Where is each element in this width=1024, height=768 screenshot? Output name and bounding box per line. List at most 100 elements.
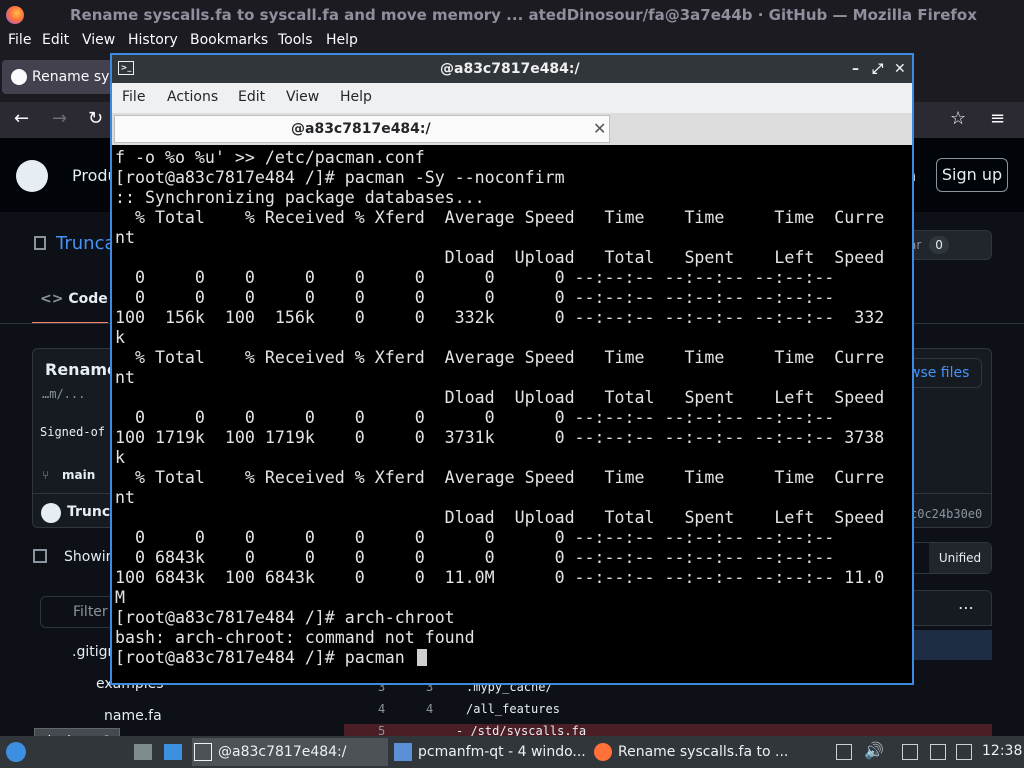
terminal-cursor: [416, 649, 427, 666]
clipboard-icon[interactable]: [902, 744, 918, 760]
firefox-titlebar: Rename syscalls.fa to syscall.fa and mov…: [0, 0, 1024, 30]
commit-sha[interactable]: c0c24b30e0: [910, 507, 982, 521]
show-desktop-icon[interactable]: [164, 744, 182, 760]
menu-help[interactable]: Help: [326, 32, 358, 48]
reload-icon[interactable]: ↻: [88, 108, 103, 129]
hamburger-menu-icon[interactable]: ≡: [990, 108, 1005, 129]
terminal-line: k: [115, 448, 125, 467]
terminal-line: 0 0 0 0 0 0 0 0 --:--:-- --:--:-- --:--:…: [115, 528, 835, 547]
terminal-line: 100 156k 100 156k 0 0 332k 0 --:--:-- --…: [115, 308, 885, 327]
terminal-line: bash: arch-chroot: command not found: [115, 628, 475, 647]
firefox-icon: [594, 743, 612, 761]
terminal-titlebar[interactable]: >_ @a83c7817e484:/ – ⤢ ✕: [112, 55, 912, 83]
code-icon: <>: [40, 291, 69, 307]
terminal-line: f -o %o %u' >> /etc/pacman.conf: [115, 148, 425, 167]
volume-icon[interactable]: 🔊: [864, 741, 884, 760]
file-filter-input[interactable]: Filter: [40, 596, 120, 628]
terminal-line: nt: [115, 368, 135, 387]
terminal-line: [root@a83c7817e484 /]# pacman -Sy --noco…: [115, 168, 565, 187]
commit-title: Rename: [45, 360, 118, 379]
browser-tab[interactable]: Rename sys: [2, 60, 112, 94]
terminal-line: % Total % Received % Xferd Average Speed…: [115, 348, 885, 367]
terminal-tab-label: @a83c7817e484:/: [291, 121, 431, 137]
taskbar: @a83c7817e484:/ pcmanfm-qt - 4 windo... …: [0, 736, 1024, 768]
terminal-menu-edit[interactable]: Edit: [238, 89, 265, 105]
file-tree-toggle-icon[interactable]: [33, 549, 47, 563]
menu-edit[interactable]: Edit: [42, 32, 69, 48]
kebab-menu-icon[interactable]: ⋯: [958, 598, 974, 617]
menu-history[interactable]: History: [128, 32, 178, 48]
terminal-line: 0 0 0 0 0 0 0 0 --:--:-- --:--:-- --:--:…: [115, 408, 835, 427]
menu-bookmarks[interactable]: Bookmarks: [190, 32, 268, 48]
browser-tab-label: Rename sys: [32, 69, 112, 85]
start-menu-icon[interactable]: [6, 742, 26, 762]
github-logo-icon[interactable]: [16, 160, 48, 192]
menu-tools[interactable]: Tools: [278, 32, 313, 48]
unified-button[interactable]: Unified: [929, 543, 991, 573]
terminal-menubar: File Actions Edit View Help: [112, 83, 912, 113]
terminal-menu-view[interactable]: View: [286, 89, 319, 105]
terminal-menu-actions[interactable]: Actions: [167, 89, 218, 105]
tab-code-label: Code: [68, 291, 108, 307]
back-icon[interactable]: ←: [14, 108, 29, 129]
window-title: Rename syscalls.fa to syscall.fa and mov…: [70, 6, 977, 24]
terminal-line: nt: [115, 488, 135, 507]
taskbar-item-pcmanfm[interactable]: pcmanfm-qt - 4 windo...: [392, 738, 588, 766]
signed-off-text: Signed-of: [40, 425, 106, 439]
menu-view[interactable]: View: [82, 32, 115, 48]
sign-up-button[interactable]: Sign up: [936, 158, 1008, 192]
clock[interactable]: 12:38: [982, 743, 1022, 759]
taskbar-item-label: pcmanfm-qt - 4 windo...: [418, 744, 586, 760]
author-avatar[interactable]: [41, 503, 61, 523]
forward-icon[interactable]: →: [52, 108, 67, 129]
branch-name[interactable]: main: [62, 468, 95, 482]
star-count: 0: [929, 236, 949, 254]
terminal-output[interactable]: f -o %o %u' >> /etc/pacman.conf [root@a83…: [112, 145, 912, 683]
menu-file[interactable]: File: [8, 32, 31, 48]
minimize-icon[interactable]: –: [852, 55, 859, 83]
terminal-line: 100 1719k 100 1719k 0 0 3731k 0 --:--:--…: [115, 428, 885, 447]
terminal-line: 0 0 0 0 0 0 0 0 --:--:-- --:--:-- --:--:…: [115, 288, 835, 307]
taskbar-item-label: Rename syscalls.fa to ...: [618, 744, 788, 760]
terminal-menu-help[interactable]: Help: [340, 89, 372, 105]
terminal-line: :: Synchronizing package databases...: [115, 188, 485, 207]
repo-icon: [34, 236, 46, 250]
branch-icon: ⑂: [42, 468, 50, 482]
terminal-line: Dload Upload Total Spent Left Speed: [115, 248, 885, 267]
network-icon[interactable]: [930, 744, 946, 760]
terminal-icon: [194, 743, 212, 761]
terminal-line: Dload Upload Total Spent Left Speed: [115, 388, 885, 407]
folder-icon: [394, 743, 412, 761]
showing-text: Showin: [64, 549, 115, 565]
taskbar-item-label: @a83c7817e484:/: [218, 744, 347, 760]
terminal-menu-file[interactable]: File: [122, 89, 145, 105]
commit-subtitle: …m/...: [42, 387, 86, 401]
maximize-icon[interactable]: ⤢: [872, 55, 883, 83]
terminal-line: 0 6843k 0 0 0 0 0 0 --:--:-- --:--:-- --…: [115, 548, 835, 567]
terminal-line: [root@a83c7817e484 /]# pacman: [115, 648, 427, 668]
taskbar-item-terminal[interactable]: @a83c7817e484:/: [192, 738, 388, 766]
firefox-logo-icon: [6, 6, 24, 24]
diff-line-text: /all_features: [466, 702, 560, 716]
taskbar-item-firefox[interactable]: Rename syscalls.fa to ...: [592, 738, 788, 766]
file-manager-launcher-icon[interactable]: [134, 744, 152, 760]
tab-code[interactable]: <> Code: [32, 286, 108, 324]
terminal-window: >_ @a83c7817e484:/ – ⤢ ✕ File Actions Ed…: [110, 53, 914, 685]
diff-line-number-new: 4: [426, 702, 434, 716]
notes-icon[interactable]: [956, 744, 972, 760]
terminal-line: 0 0 0 0 0 0 0 0 --:--:-- --:--:-- --:--:…: [115, 268, 835, 287]
bookmark-star-icon[interactable]: ☆: [950, 108, 966, 129]
diff-line-number-old: 4: [378, 702, 386, 716]
terminal-line: [root@a83c7817e484 /]# arch-chroot: [115, 608, 455, 627]
file-tree-item-name-fa[interactable]: name.fa: [104, 708, 162, 724]
firefox-menubar: File Edit View History Bookmarks Tools H…: [0, 30, 1024, 52]
repo-name-link[interactable]: Trunca: [56, 233, 116, 254]
close-icon[interactable]: ✕: [894, 55, 906, 83]
terminal-line: nt: [115, 228, 135, 247]
terminal-line: 100 6843k 100 6843k 0 0 11.0M 0 --:--:--…: [115, 568, 885, 587]
terminal-line: % Total % Received % Xferd Average Speed…: [115, 468, 885, 487]
tray-app-icon[interactable]: [836, 744, 852, 760]
terminal-tab[interactable]: @a83c7817e484:/ ✕: [114, 115, 610, 143]
tab-close-icon[interactable]: ✕: [593, 116, 606, 142]
terminal-icon: >_: [118, 61, 134, 75]
